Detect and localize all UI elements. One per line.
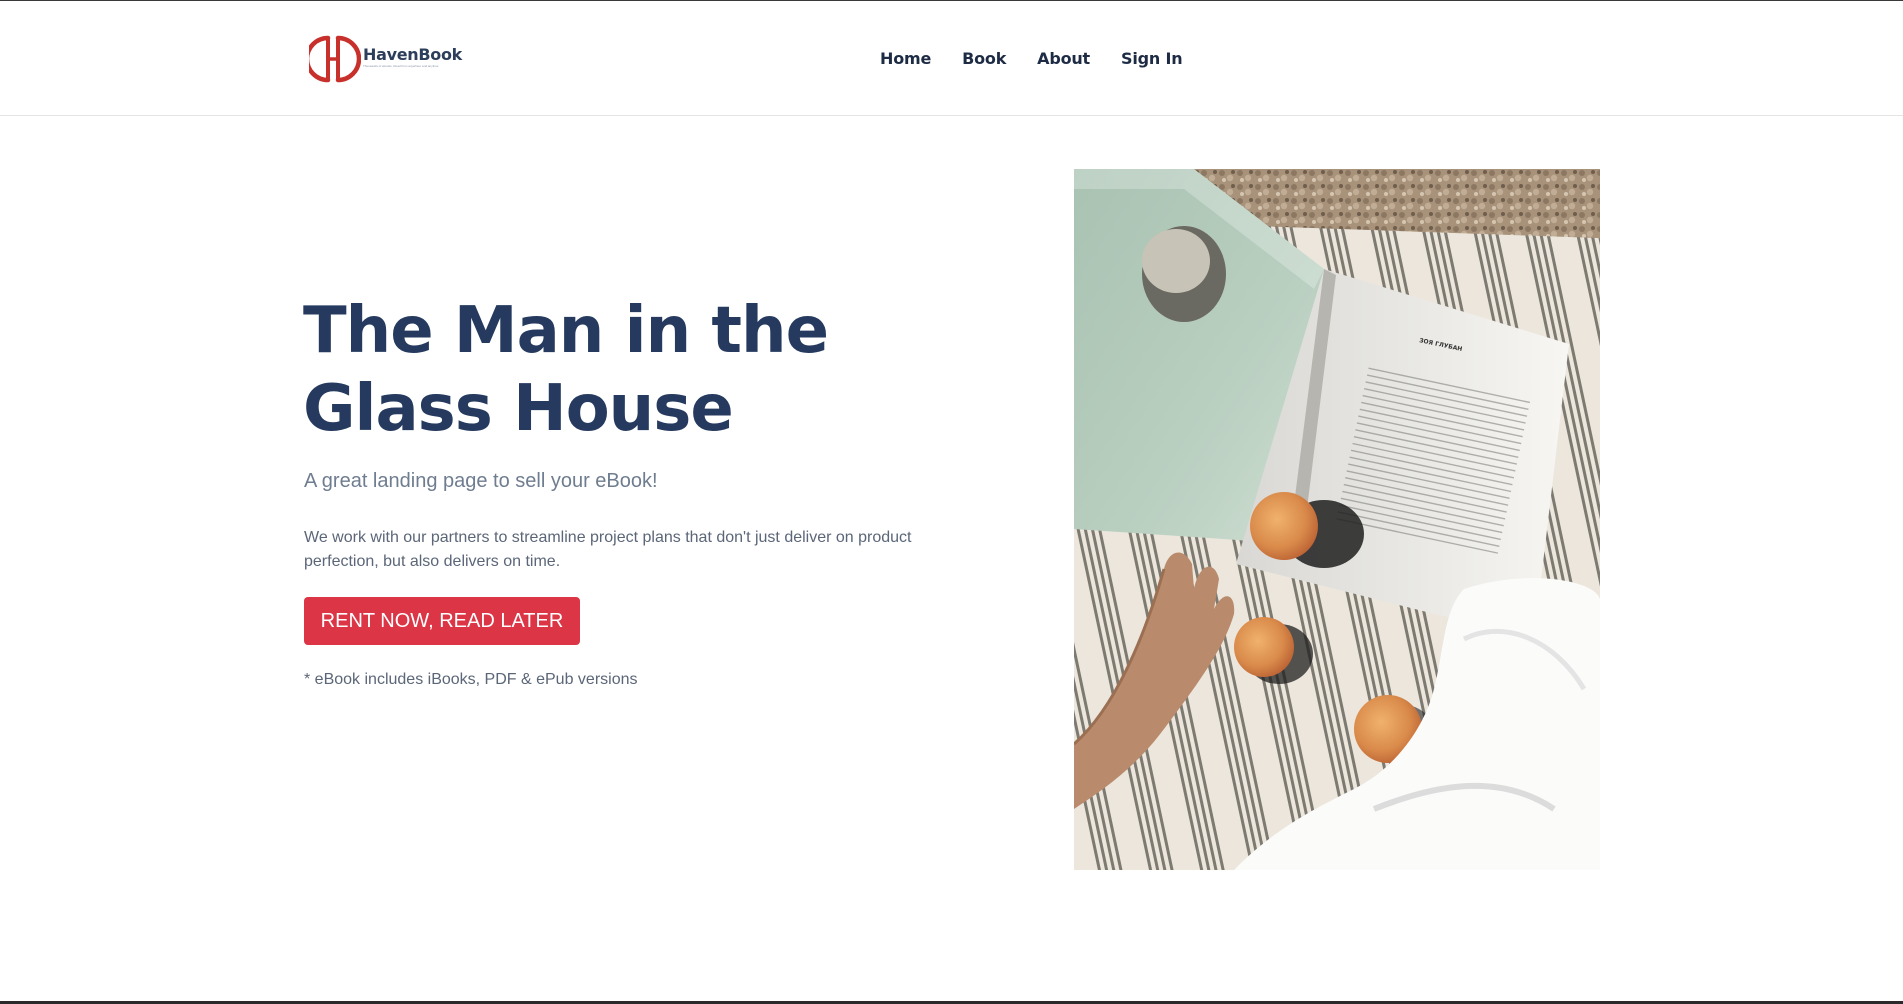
book-on-blanket-illustration: ЗОЯ ГЛУБАН [1074, 169, 1600, 870]
nav-item-book[interactable]: Book [962, 49, 1006, 69]
hero-description: We work with our partners to streamline … [304, 529, 912, 570]
hero-subtitle: A great landing page to sell your eBook! [304, 470, 658, 492]
havenbook-logo-icon [309, 35, 361, 83]
nav-item-about[interactable]: About [1037, 49, 1090, 69]
main-navigation: Home Book About Sign In [880, 49, 1213, 69]
brand-tagline: Thousands of ebooks, Read from anywhere … [363, 64, 439, 68]
brand-logo-link[interactable]: HavenBook Thousands of ebooks, Read from… [309, 32, 462, 84]
nav-item-home[interactable]: Home [880, 49, 931, 69]
hero-book-photo: ЗОЯ ГЛУБАН [1074, 169, 1600, 870]
nav-item-sign-in[interactable]: Sign In [1121, 49, 1183, 69]
ebook-formats-note: * eBook includes iBooks, PDF & ePub vers… [304, 671, 638, 688]
rent-now-button[interactable]: RENT NOW, READ LATER [304, 597, 580, 645]
brand-name: HavenBook [363, 45, 462, 64]
site-header: HavenBook Thousands of ebooks, Read from… [0, 1, 1903, 116]
hero-title: The Man in the Glass House [303, 294, 829, 446]
